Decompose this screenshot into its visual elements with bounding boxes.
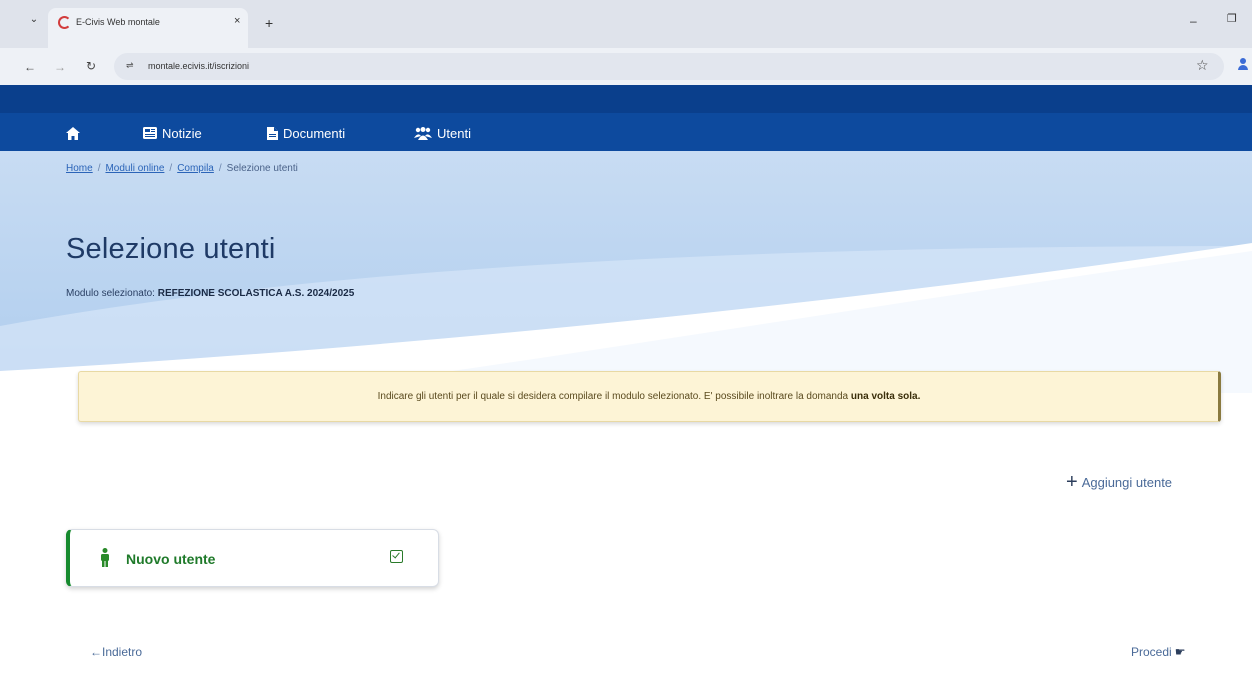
info-alert: Indicare gli utenti per il quale si desi… [78, 371, 1221, 422]
tab-search-chevron-icon[interactable]: ⌄ [27, 13, 41, 27]
alert-message: Indicare gli utenti per il quale si desi… [79, 391, 1219, 402]
breadcrumb-current: Selezione utenti [226, 163, 298, 174]
document-icon [267, 126, 278, 140]
star-icon[interactable]: ☆ [1196, 57, 1209, 74]
forward-icon[interactable]: → [54, 60, 66, 74]
users-icon [414, 126, 432, 140]
breadcrumb-moduli-online[interactable]: Moduli online [105, 163, 164, 174]
hero-banner [0, 151, 1252, 393]
back-icon[interactable]: ← [24, 60, 36, 74]
user-name: Nuovo utente [126, 551, 216, 567]
breadcrumb-separator: / [218, 163, 222, 174]
main-nav: Notizie Documenti Utenti [0, 113, 1252, 151]
user-card[interactable]: Nuovo utente [66, 529, 439, 587]
breadcrumb-separator: / [169, 163, 173, 174]
browser-tab-bar: ⌄ E-Civis Web montale × + – ❐ [0, 0, 1252, 48]
newspaper-icon [143, 127, 157, 139]
module-name: REFEZIONE SCOLASTICA A.S. 2024/2025 [157, 288, 355, 299]
hero-wave-decoration [0, 243, 1252, 393]
tab-title: E-Civis Web montale [76, 17, 160, 27]
module-label: Modulo selezionato: [66, 288, 155, 299]
home-icon [66, 126, 80, 140]
nav-home[interactable] [66, 124, 80, 142]
plus-icon: + [1066, 471, 1078, 493]
alert-emphasis: una volta sola. [850, 391, 921, 402]
alert-text: Indicare gli utenti per il quale si desi… [377, 391, 849, 402]
profile-icon[interactable] [1238, 58, 1250, 70]
back-label: Indietro [102, 645, 143, 659]
site-info-icon[interactable]: ⇌ [126, 60, 134, 71]
breadcrumb-home[interactable]: Home [66, 163, 93, 174]
checkbox-checked-icon[interactable] [390, 550, 403, 563]
url-text: montale.ecivis.it/iscrizioni [148, 61, 250, 71]
person-icon [101, 548, 109, 567]
page-title: Selezione utenti [66, 233, 276, 265]
add-user-label: Aggiungi utente [1081, 474, 1173, 490]
back-button[interactable]: ←Indietro [90, 645, 142, 659]
selected-module-line: Modulo selezionato: REFEZIONE SCOLASTICA… [66, 288, 354, 299]
hand-pointer-icon: ☛ [1174, 645, 1186, 659]
nav-utenti[interactable]: Utenti [414, 124, 471, 142]
nav-label-notizie: Notizie [162, 125, 202, 141]
new-tab-button[interactable]: + [265, 16, 273, 30]
minimize-icon[interactable]: – [1190, 14, 1197, 28]
nav-notizie[interactable]: Notizie [143, 124, 202, 142]
tab-close-icon[interactable]: × [234, 15, 240, 27]
proceed-label: Procedi [1131, 645, 1172, 659]
breadcrumb: Home / Moduli online / Compila / Selezio… [66, 163, 298, 174]
breadcrumb-separator: / [97, 163, 101, 174]
site-header-top [0, 85, 1252, 113]
browser-tab[interactable]: E-Civis Web montale × [48, 8, 248, 48]
site-favicon-icon [58, 16, 71, 29]
nav-label-utenti: Utenti [437, 125, 471, 141]
browser-address-bar: ← → ↻ ⇌ montale.ecivis.it/iscrizioni ☆ [0, 48, 1252, 85]
restore-icon[interactable]: ❐ [1227, 12, 1237, 25]
nav-label-documenti: Documenti [283, 125, 346, 141]
proceed-button[interactable]: Procedi ☛ [1131, 645, 1185, 659]
nav-documenti[interactable]: Documenti [267, 124, 345, 142]
breadcrumb-compila[interactable]: Compila [177, 163, 214, 174]
arrow-left-icon: ← [90, 645, 102, 659]
add-user-button[interactable]: + Aggiungi utente [1066, 471, 1173, 493]
url-field[interactable]: ⇌ montale.ecivis.it/iscrizioni [114, 53, 1224, 80]
reload-icon[interactable]: ↻ [86, 59, 96, 73]
